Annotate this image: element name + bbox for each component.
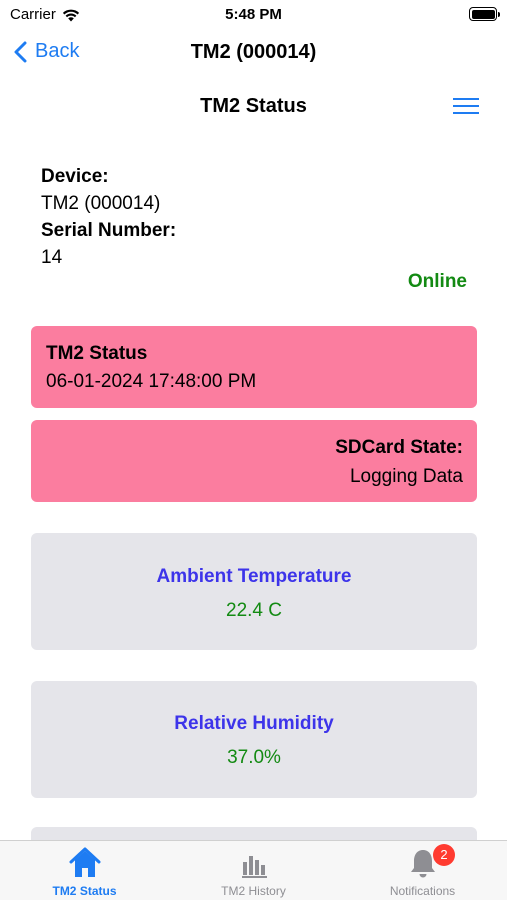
reading-label: Relative Humidity bbox=[174, 713, 334, 734]
device-value: TM2 (000014) bbox=[41, 193, 161, 214]
online-status: Online bbox=[407, 271, 467, 292]
device-label: Device: bbox=[41, 166, 109, 187]
tab-bar: TM2 Status TM2 History 2 Notifications bbox=[0, 840, 507, 900]
tab-notifications[interactable]: 2 Notifications bbox=[338, 841, 507, 900]
ambient-temperature-card: Ambient Temperature 22.4 C bbox=[31, 533, 477, 650]
reading-value: 22.4 C bbox=[226, 600, 282, 621]
hamburger-menu-icon[interactable] bbox=[453, 98, 479, 116]
nav-title: TM2 (000014) bbox=[190, 41, 317, 63]
relative-humidity-card: Relative Humidity 37.0% bbox=[31, 681, 477, 798]
status-card: TM2 Status 06-01-2024 17:48:00 PM bbox=[31, 326, 477, 408]
reading-label: Ambient Temperature bbox=[156, 566, 352, 587]
status-timestamp: 06-01-2024 17:48:00 PM bbox=[46, 371, 257, 392]
device-info: Device: TM2 (000014) Serial Number: 14 bbox=[41, 163, 176, 271]
status-card-title: TM2 Status bbox=[46, 343, 148, 364]
bar-chart-icon bbox=[242, 856, 267, 878]
serial-number-value: 14 bbox=[41, 247, 63, 268]
serial-number-label: Serial Number: bbox=[41, 220, 177, 241]
clock: 5:48 PM bbox=[225, 6, 282, 23]
battery-icon bbox=[469, 7, 500, 21]
sdcard-state-card: SDCard State: Logging Data bbox=[31, 420, 477, 502]
sdcard-state-label: SDCard State: bbox=[335, 437, 463, 458]
navigation-bar: Back TM2 (000014) bbox=[0, 32, 507, 74]
reading-value: 37.0% bbox=[227, 747, 281, 768]
notification-badge: 2 bbox=[433, 844, 455, 866]
tab-label: Notifications bbox=[389, 884, 456, 898]
home-icon bbox=[69, 847, 101, 877]
sdcard-state-value: Logging Data bbox=[349, 466, 463, 487]
page-title: TM2 Status bbox=[200, 95, 307, 117]
page-header: TM2 Status bbox=[0, 90, 507, 124]
tab-tm2-status[interactable]: TM2 Status bbox=[0, 841, 169, 900]
status-bar: Carrier 5:48 PM bbox=[0, 0, 507, 30]
tab-label: TM2 History bbox=[221, 884, 286, 898]
tab-tm2-history[interactable]: TM2 History bbox=[169, 841, 338, 900]
tab-label: TM2 Status bbox=[52, 884, 117, 898]
